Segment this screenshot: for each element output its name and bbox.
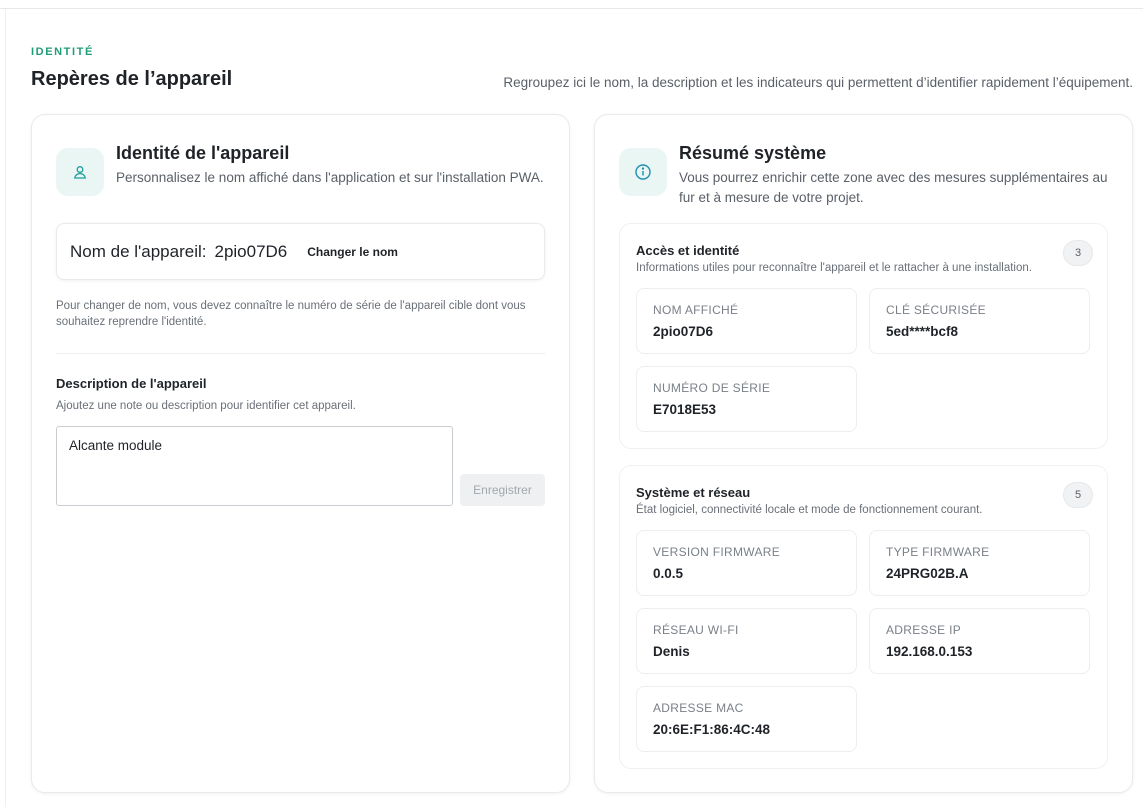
system-section-subtitle: État logiciel, connectivité locale et mo…: [636, 504, 983, 516]
tile-label: Réseau Wi-Fi: [653, 623, 739, 637]
tile-label: Adresse MAC: [653, 701, 744, 715]
info-tile: Adresse IP 192.168.0.153: [869, 608, 1090, 674]
page-subtitle: Regroupez ici le nom, la description et …: [503, 75, 1133, 90]
system-network-section: Système et réseau État logiciel, connect…: [619, 465, 1108, 769]
summary-card-title: Résumé système: [679, 143, 827, 163]
identity-card-description: Personnalisez le nom affiché dans l'appl…: [116, 170, 544, 185]
tile-value: E7018E53: [653, 402, 717, 417]
device-name-box: Nom de l'appareil: 2pio07D6 Changer le n…: [56, 223, 545, 280]
info-tile: Nom affiché 2pio07D6: [636, 288, 857, 354]
identity-icon-box: [56, 148, 104, 196]
description-input[interactable]: Alcante module: [56, 426, 453, 506]
info-icon: [635, 164, 651, 180]
tile-value: 20:6E:F1:86:4C:48: [653, 722, 771, 737]
info-tile: Adresse MAC 20:6E:F1:86:4C:48: [636, 686, 857, 752]
access-section-title: Accès et identité: [636, 243, 740, 258]
access-identity-section: Accès et identité Informations utiles po…: [619, 223, 1108, 449]
info-tile: Clé sécurisée 5ed****bcf8: [869, 288, 1090, 354]
tile-label: Numéro de série: [653, 381, 771, 395]
info-tile: Version firmware 0.0.5: [636, 530, 857, 596]
tile-value: 192.168.0.153: [886, 644, 973, 659]
tile-value: 24PRG02B.A: [886, 566, 969, 581]
access-section-subtitle: Informations utiles pour reconnaître l'a…: [636, 262, 1032, 274]
access-count-badge: 3: [1063, 240, 1093, 266]
identity-card-title: Identité de l'appareil: [116, 143, 290, 163]
save-button[interactable]: Enregistrer: [460, 474, 545, 506]
system-section-title: Système et réseau: [636, 485, 751, 500]
top-divider: [0, 8, 1143, 9]
tile-value: Denis: [653, 644, 690, 659]
left-divider: [5, 9, 6, 807]
info-tile: Réseau Wi-Fi Denis: [636, 608, 857, 674]
summary-icon-box: [619, 148, 667, 196]
tile-label: Clé sécurisée: [886, 303, 986, 317]
rename-button[interactable]: Changer le nom: [307, 245, 398, 259]
user-icon: [74, 166, 86, 179]
description-subtitle: Ajoutez une note ou description pour ide…: [56, 400, 356, 412]
description-title: Description de l'appareil: [56, 376, 207, 391]
tile-label: Adresse IP: [886, 623, 962, 637]
rename-help-text: Pour changer de nom, vous devez connaîtr…: [56, 300, 526, 328]
tile-label: Type firmware: [886, 545, 990, 559]
page-title: Repères de l’appareil: [31, 68, 233, 90]
system-count-badge: 5: [1063, 482, 1093, 508]
tile-label: Nom affiché: [653, 303, 739, 317]
tile-value: 2pio07D6: [653, 324, 714, 339]
tile-value: 5ed****bcf8: [886, 324, 959, 339]
info-tile: Type firmware 24PRG02B.A: [869, 530, 1090, 596]
tile-label: Version firmware: [653, 545, 781, 559]
summary-card-description: Vous pourrez enrichir cette zone avec de…: [679, 170, 1108, 205]
summary-card: Résumé système Vous pourrez enrichir cet…: [594, 114, 1133, 793]
tile-value: 0.0.5: [653, 566, 684, 581]
identity-card: Identité de l'appareil Personnalisez le …: [31, 114, 570, 793]
info-tile: Numéro de série E7018E53: [636, 366, 857, 432]
identity-divider: [56, 353, 545, 354]
section-eyebrow: IDENTITÉ: [31, 46, 94, 58]
device-name-label: Nom de l'appareil:: [70, 241, 207, 261]
device-name-value: 2pio07D6: [214, 241, 288, 261]
